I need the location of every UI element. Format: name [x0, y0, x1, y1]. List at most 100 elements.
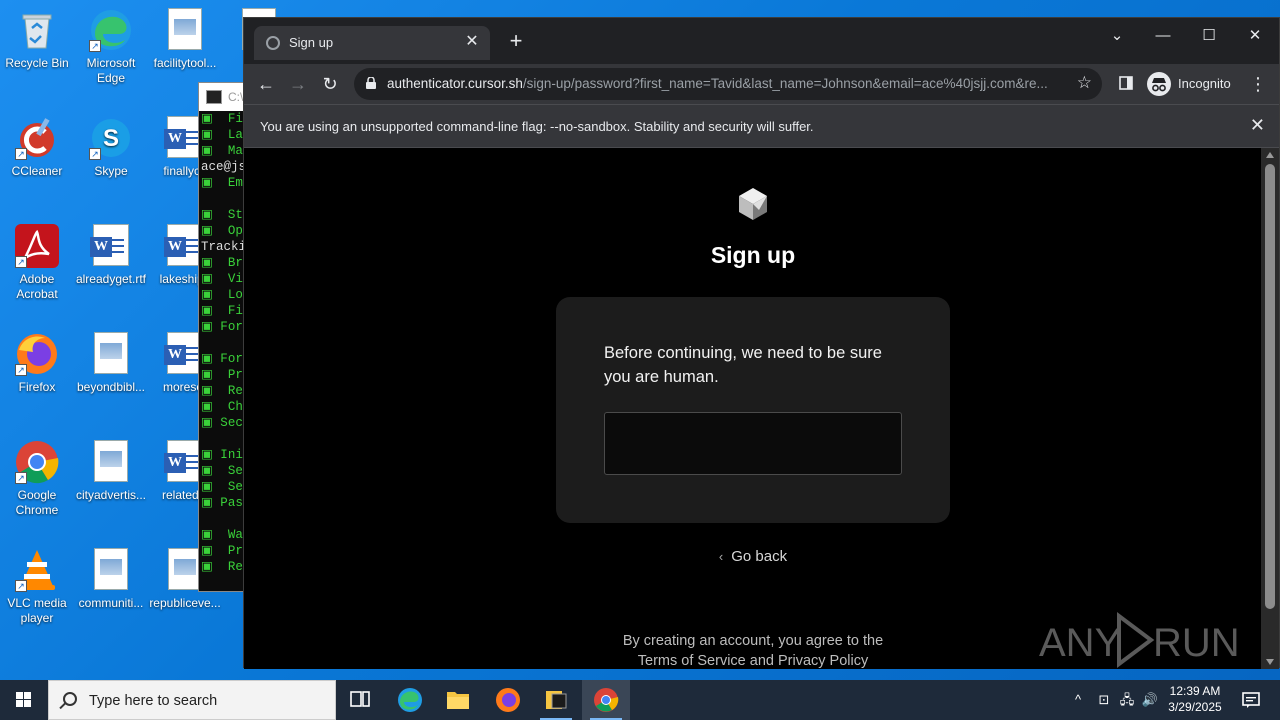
side-panel-icon[interactable]: [1112, 70, 1140, 98]
chrome-icon: ↗: [15, 440, 59, 484]
page-title: Sign up: [710, 242, 796, 268]
watermark-text-run: RUN: [1153, 621, 1239, 665]
maximize-button[interactable]: ☐: [1189, 22, 1229, 50]
verification-text: Before continuing, we need to be sure yo…: [604, 344, 882, 386]
desktop-icon-label: Microsoft Edge: [86, 56, 136, 85]
anyrun-watermark: ANY RUN: [1039, 612, 1239, 668]
menu-kebab-icon[interactable]: ⋮: [1244, 70, 1272, 98]
captcha-box[interactable]: [604, 412, 902, 475]
shortcut-arrow-icon: ↗: [15, 364, 27, 376]
address-bar[interactable]: authenticator.cursor.sh/sign-up/password…: [354, 68, 1102, 100]
clock-date: 3/29/2025: [1168, 700, 1222, 714]
taskbar-firefox-icon[interactable]: [484, 680, 532, 720]
desktop-icon-label: Recycle Bin: [5, 56, 69, 70]
scroll-up-icon[interactable]: [1266, 152, 1274, 158]
network-icon[interactable]: 🖧: [1116, 680, 1138, 720]
desktop-icon-google-chrome[interactable]: ↗ Google Chrome: [0, 434, 74, 518]
taskbar-chrome-icon[interactable]: [582, 680, 630, 720]
taskbar-edge-icon[interactable]: [386, 680, 434, 720]
incognito-icon: [1147, 72, 1171, 96]
lock-icon: [366, 77, 376, 89]
url-text: authenticator.cursor.sh/sign-up/password…: [387, 76, 1047, 91]
shortcut-arrow-icon: ↗: [15, 148, 27, 160]
notification-icon[interactable]: [1236, 680, 1266, 720]
task-view-button[interactable]: [336, 680, 384, 720]
taskbar-search[interactable]: Type here to search: [48, 680, 336, 720]
desktop-icon-beyondbibl[interactable]: beyondbibl...: [74, 326, 148, 395]
scrollbar[interactable]: [1261, 148, 1279, 669]
taskbar: Type here to search ^ ⊡ 🖧 🔊 12:39 AM 3/2…: [0, 680, 1280, 720]
minimize-button[interactable]: —: [1143, 22, 1183, 50]
tab-sign-up[interactable]: Sign up ✕: [254, 26, 490, 60]
desktop-icon-ccleaner[interactable]: ↗ CCleaner: [0, 110, 74, 179]
close-tab-icon[interactable]: ✕: [462, 32, 482, 52]
desktop-icon-vlc[interactable]: ↗ VLC media player: [0, 542, 74, 626]
tab-search-icon[interactable]: ⌄: [1097, 22, 1137, 50]
globe-icon: [266, 36, 280, 50]
volume-icon[interactable]: 🔊: [1140, 680, 1160, 720]
tab-title: Sign up: [289, 35, 334, 50]
watermark-text-any: ANY: [1039, 621, 1121, 665]
start-button[interactable]: [0, 680, 48, 720]
svg-text:S: S: [103, 125, 119, 152]
scroll-down-icon[interactable]: [1266, 659, 1274, 665]
close-infobar-icon[interactable]: ✕: [1250, 115, 1265, 136]
chevron-up-icon[interactable]: ^: [1068, 680, 1088, 720]
console-title: C:\: [228, 90, 244, 104]
skype-icon: S ↗: [89, 116, 133, 160]
desktop-icon-alreadyget[interactable]: W alreadyget.rtf: [74, 218, 148, 287]
desktop-icon-label: Skype: [94, 164, 128, 178]
desktop-icon-label: communiti...: [78, 596, 144, 610]
tab-strip: Sign up ✕ + ⌄ — ☐ ✕: [244, 18, 1279, 64]
back-button[interactable]: ←: [252, 70, 280, 98]
scroll-thumb[interactable]: [1265, 164, 1275, 609]
edge-icon: ↗: [89, 8, 133, 52]
windows-logo-icon: [16, 692, 31, 707]
go-back-link[interactable]: ‹ Go back: [244, 548, 1262, 565]
desktop-icon-recycle-bin[interactable]: Recycle Bin: [0, 2, 74, 71]
desktop-icon-adobe-acrobat[interactable]: ↗ Adobe Acrobat: [0, 218, 74, 302]
taskbar-console-icon[interactable]: [532, 680, 580, 720]
desktop-icon-cityadvertis[interactable]: cityadvertis...: [74, 434, 148, 503]
close-window-button[interactable]: ✕: [1235, 22, 1275, 50]
forward-button[interactable]: →: [284, 70, 312, 98]
search-icon: [63, 692, 77, 706]
device-icon[interactable]: ⊡: [1094, 680, 1114, 720]
desktop-icon-label: Adobe Acrobat: [16, 272, 58, 301]
image-file-icon: [89, 332, 133, 376]
word-document-icon: W: [89, 224, 133, 268]
desktop-icon-communiti[interactable]: communiti...: [74, 542, 148, 611]
firefox-icon: ↗: [15, 332, 59, 376]
shortcut-arrow-icon: ↗: [15, 472, 27, 484]
reload-button[interactable]: ↻: [316, 70, 344, 98]
shortcut-arrow-icon: ↗: [15, 256, 27, 268]
clock-time: 12:39 AM: [1169, 684, 1221, 698]
infobar-message: You are using an unsupported command-lin…: [260, 119, 814, 134]
desktop-icon-label: VLC media player: [7, 596, 67, 625]
browser-toolbar: ← → ↻ authenticator.cursor.sh/sign-up/pa…: [244, 64, 1279, 104]
image-file-icon: [163, 8, 207, 52]
page-content: Sign up Before continuing, we need to be…: [244, 148, 1262, 669]
shortcut-arrow-icon: ↗: [15, 580, 27, 592]
bookmark-star-icon[interactable]: ☆: [1077, 73, 1092, 93]
incognito-indicator[interactable]: Incognito: [1144, 69, 1254, 99]
desktop-icon-firefox[interactable]: ↗ Firefox: [0, 326, 74, 395]
desktop-icon-label: alreadyget.rtf: [75, 272, 147, 286]
desktop-icon-label: CCleaner: [11, 164, 63, 178]
cursor-logo-icon: [739, 188, 767, 220]
desktop-icon-microsoft-edge[interactable]: ↗ Microsoft Edge: [74, 2, 148, 86]
desktop-icon-facilitytool[interactable]: facilitytool...: [148, 2, 222, 71]
desktop-icon-skype[interactable]: S ↗ Skype: [74, 110, 148, 179]
vlc-icon: ↗: [15, 548, 59, 592]
clock[interactable]: 12:39 AM 3/29/2025: [1160, 683, 1230, 715]
new-tab-button[interactable]: +: [504, 30, 528, 54]
incognito-label: Incognito: [1178, 76, 1231, 91]
desktop-icon-label: Google Chrome: [15, 488, 59, 517]
chevron-left-icon: ‹: [718, 549, 724, 564]
taskbar-file-explorer-icon[interactable]: [434, 680, 482, 720]
verification-card: Before continuing, we need to be sure yo…: [556, 297, 950, 523]
adobe-acrobat-icon: ↗: [15, 224, 59, 268]
search-placeholder: Type here to search: [89, 693, 218, 709]
shortcut-arrow-icon: ↗: [89, 148, 101, 160]
recycle-bin-icon: [15, 8, 59, 52]
